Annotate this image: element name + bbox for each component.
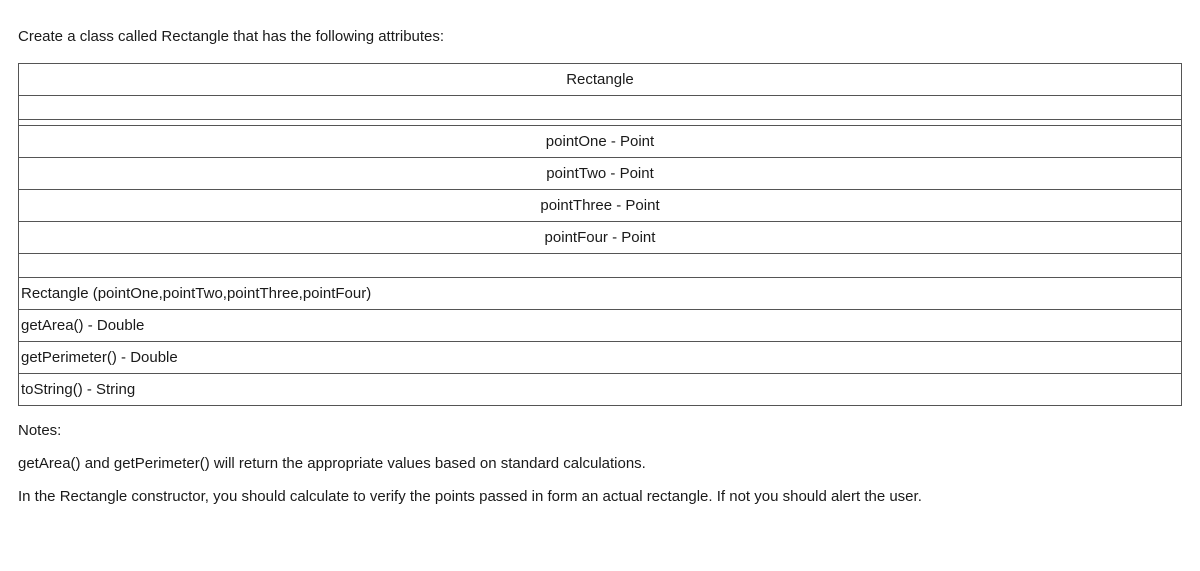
- notes-line-1: getArea() and getPerimeter() will return…: [18, 455, 1182, 472]
- notes-line-2: In the Rectangle constructor, you should…: [18, 488, 1182, 505]
- method-cell: Rectangle (pointOne,pointTwo,pointThree,…: [19, 278, 1182, 310]
- class-name-cell: Rectangle: [19, 64, 1182, 96]
- method-cell: getPerimeter() - Double: [19, 342, 1182, 374]
- notes-heading: Notes:: [18, 422, 1182, 439]
- method-cell: getArea() - Double: [19, 310, 1182, 342]
- attribute-cell: pointFour - Point: [19, 222, 1182, 254]
- attribute-cell: pointTwo - Point: [19, 158, 1182, 190]
- intro-text: Create a class called Rectangle that has…: [18, 28, 1182, 45]
- spacer-row: [19, 96, 1182, 120]
- spacer-row: [19, 254, 1182, 278]
- attribute-cell: pointThree - Point: [19, 190, 1182, 222]
- attribute-cell: pointOne - Point: [19, 126, 1182, 158]
- method-cell: toString() - String: [19, 374, 1182, 406]
- class-diagram-table: Rectangle pointOne - Point pointTwo - Po…: [18, 63, 1182, 406]
